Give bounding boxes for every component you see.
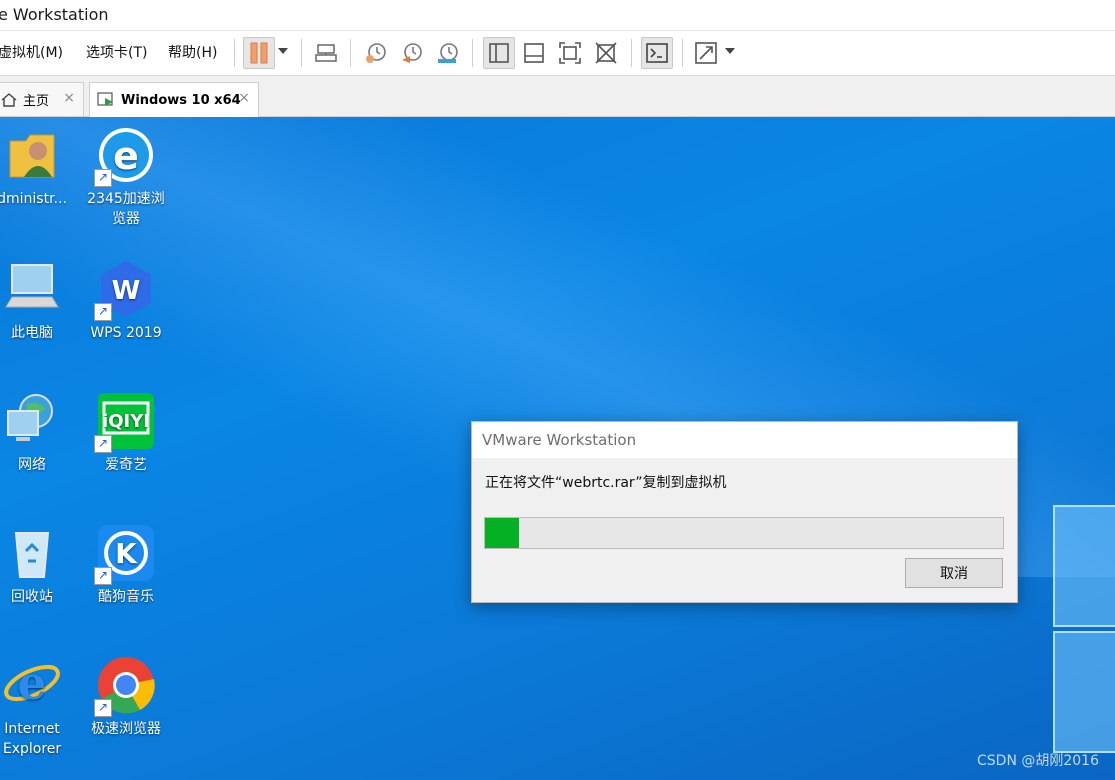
- pause-icon: [250, 42, 268, 64]
- snapshot-button[interactable]: [360, 37, 392, 69]
- desktop-icon-internet-explorer[interactable]: e Internet Explorer: [0, 655, 77, 759]
- desktop-icon-this-pc[interactable]: 此电脑: [0, 259, 77, 343]
- revert-snapshot-button[interactable]: [396, 37, 428, 69]
- internet-explorer-icon: e: [2, 655, 62, 715]
- desktop-icon-label: 回收站: [11, 589, 53, 605]
- library-panel-icon: [489, 43, 509, 63]
- desktop-icon-administrator[interactable]: dministr...: [0, 125, 77, 209]
- toolbar-separator: [301, 39, 302, 67]
- toolbar-separator: [234, 39, 235, 67]
- copy-progress-bar: [484, 517, 1004, 549]
- dialog-message: 正在将文件“webrtc.rar”复制到虚拟机: [485, 475, 727, 491]
- cancel-button[interactable]: 取消: [905, 558, 1003, 588]
- console-view-button[interactable]: [641, 37, 673, 69]
- stretch-icon: [695, 42, 717, 64]
- 2345-browser-icon: e ↗: [94, 125, 156, 187]
- shortcut-arrow-icon: ↗: [94, 435, 112, 453]
- menu-vm[interactable]: 虚拟机(M): [0, 42, 63, 62]
- desktop-icon-wps-2019[interactable]: W ↗ WPS 2019: [81, 259, 171, 343]
- shortcut-arrow-icon: ↗: [94, 699, 112, 717]
- send-ctrl-alt-del-button[interactable]: [310, 37, 342, 69]
- snapshot-clock-icon: [366, 43, 386, 63]
- svg-text:e: e: [113, 134, 139, 178]
- svg-text:K: K: [115, 537, 138, 570]
- tab-home-close-icon[interactable]: ×: [63, 90, 75, 106]
- shortcut-arrow-icon: ↗: [94, 169, 112, 187]
- tab-vm-close-icon[interactable]: ×: [238, 90, 250, 106]
- pause-dropdown-icon[interactable]: [278, 48, 288, 54]
- unity-disabled-icon: [595, 42, 617, 64]
- desktop-icon-label: dministr...: [0, 191, 67, 207]
- iqiyi-icon: iQIYI ↗: [94, 391, 156, 453]
- snapshot-manager-button[interactable]: [432, 37, 464, 69]
- desktop-icon-label: 极速浏览器: [91, 721, 161, 737]
- home-icon: [1, 92, 17, 107]
- toolbar-separator: [682, 39, 683, 67]
- computer-icon: [2, 259, 62, 319]
- toolbar-separator: [350, 39, 351, 67]
- desktop-icon-label: Internet Explorer: [2, 721, 62, 757]
- windows-logo-pane: [1053, 631, 1115, 753]
- window-title: e Workstation: [0, 5, 109, 24]
- network-globe-icon: [2, 391, 62, 451]
- desktop-icon-label: 酷狗音乐: [98, 589, 154, 605]
- shortcut-arrow-icon: ↗: [94, 567, 112, 585]
- window-titlebar: e Workstation: [0, 0, 1115, 31]
- csdn-watermark: CSDN @胡刚2016: [977, 753, 1099, 769]
- dialog-title: VMware Workstation: [472, 422, 1017, 458]
- menu-help[interactable]: 帮助(H): [168, 42, 217, 62]
- toolbar-separator: [472, 39, 473, 67]
- tab-home-label: 主页: [23, 94, 50, 109]
- keyboard-send-icon: [315, 44, 337, 62]
- desktop-icon-label: WPS 2019: [90, 325, 162, 341]
- desktop-icon-label: 爱奇艺: [105, 457, 147, 473]
- menu-toolbar: 虚拟机(M) 选项卡(T) 帮助(H): [0, 31, 1115, 76]
- recycle-bin-icon: [2, 523, 62, 583]
- wps-icon: W ↗: [94, 259, 156, 321]
- copy-file-dialog: VMware Workstation 正在将文件“webrtc.rar”复制到虚…: [471, 421, 1018, 603]
- desktop-icon-recycle-bin[interactable]: 回收站: [0, 523, 77, 607]
- desktop-icon-network[interactable]: 网络: [0, 391, 77, 475]
- vm-running-icon: [97, 92, 113, 106]
- show-library-button[interactable]: [483, 37, 515, 69]
- chrome-style-browser-icon: ↗: [94, 655, 156, 717]
- stretch-dropdown-icon[interactable]: [725, 48, 735, 54]
- desktop-icon-label: 网络: [18, 457, 46, 473]
- desktop-icon-label: 此电脑: [11, 325, 53, 341]
- snapshot-manager-icon: [438, 43, 458, 63]
- tab-windows-10-x64[interactable]: Windows 10 x64 ×: [89, 82, 259, 117]
- thumbnail-bar-button[interactable]: [518, 37, 550, 69]
- copy-progress-fill: [485, 518, 519, 548]
- user-folder-icon: [2, 125, 62, 185]
- full-screen-icon: [559, 42, 581, 64]
- pause-button[interactable]: [243, 37, 275, 69]
- kugou-icon: K ↗: [94, 523, 156, 585]
- desktop-icon-iqiyi[interactable]: iQIYI ↗ 爱奇艺: [81, 391, 171, 475]
- desktop-icon-2345-browser[interactable]: e ↗ 2345加速浏览器: [81, 125, 171, 229]
- tab-vm-label: Windows 10 x64: [121, 92, 241, 108]
- thumbnail-bar-icon: [524, 43, 544, 63]
- windows-logo-pane: [1053, 505, 1115, 627]
- svg-text:iQIYI: iQIYI: [102, 411, 150, 432]
- tab-bar: 主页 × Windows 10 x64 ×: [0, 76, 1115, 117]
- unity-button[interactable]: [590, 37, 622, 69]
- desktop-icon-kugou-music[interactable]: K ↗ 酷狗音乐: [81, 523, 171, 607]
- full-screen-button[interactable]: [554, 37, 586, 69]
- desktop-icon-label: 2345加速浏览器: [87, 191, 165, 227]
- svg-text:W: W: [112, 276, 141, 306]
- menu-tabs[interactable]: 选项卡(T): [86, 42, 147, 62]
- tab-home[interactable]: 主页 ×: [0, 82, 84, 116]
- svg-text:e: e: [17, 656, 46, 710]
- revert-snapshot-icon: [402, 43, 422, 63]
- toolbar-separator: [631, 39, 632, 67]
- shortcut-arrow-icon: ↗: [94, 303, 112, 321]
- console-icon: [646, 43, 668, 63]
- stretch-guest-button[interactable]: [690, 37, 722, 69]
- desktop-icon-speed-browser[interactable]: ↗ 极速浏览器: [81, 655, 171, 739]
